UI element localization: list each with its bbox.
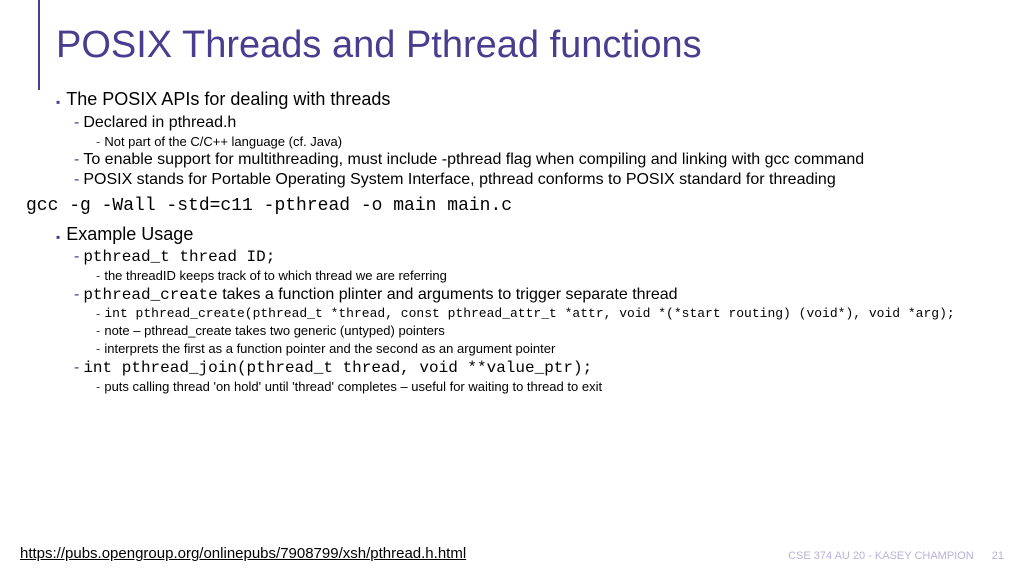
footer: https://pubs.opengroup.org/onlinepubs/79… [20, 545, 1004, 562]
bullet-posix-apis: ▪ The POSIX APIs for dealing with thread… [56, 89, 994, 111]
dash-icon: - [96, 305, 100, 323]
bullet-marker-icon: ▪ [56, 95, 60, 109]
course-label: CSE 374 AU 20 - KASEY CHAMPION [788, 550, 974, 562]
dash-icon: - [96, 378, 100, 396]
bullet-text: To enable support for multithreading, mu… [83, 150, 864, 170]
bullet-pthread-t: - pthread_t thread ID; [74, 247, 994, 267]
bullet-text: POSIX stands for Portable Operating Syst… [83, 170, 835, 190]
dash-icon: - [96, 322, 100, 340]
slide-title: POSIX Threads and Pthread functions [56, 24, 994, 67]
code-span: pthread_create [83, 286, 217, 304]
bullet-pthread-create: - pthread_create takes a function plinte… [74, 285, 994, 305]
bullet-text: Declared in pthread.h [83, 113, 236, 133]
bullet-create-sig: - int pthread_create(pthread_t *thread, … [96, 305, 994, 323]
bullet-text: puts calling thread 'on hold' until 'thr… [104, 378, 602, 396]
bullet-marker-icon: ▪ [56, 230, 60, 244]
bullet-enable-support: - To enable support for multithreading, … [74, 150, 994, 170]
dash-icon: - [96, 133, 100, 151]
text-span: takes a function plinter and arguments t… [218, 286, 678, 303]
bullet-text: int pthread_join(pthread_t thread, void … [83, 358, 592, 378]
bullet-text: pthread_create takes a function plinter … [83, 285, 677, 305]
slide-body: POSIX Threads and Pthread functions ▪ Th… [0, 0, 1024, 395]
bullet-note: - note – pthread_create takes two generi… [96, 322, 994, 340]
dash-icon: - [74, 285, 79, 305]
bullet-puts-hold: - puts calling thread 'on hold' until 't… [96, 378, 994, 396]
bullet-example-usage: ▪ Example Usage [56, 224, 994, 246]
bullet-declared: - Declared in pthread.h [74, 113, 994, 133]
dash-icon: - [74, 113, 79, 133]
dash-icon: - [74, 247, 79, 267]
footer-link[interactable]: https://pubs.opengroup.org/onlinepubs/79… [20, 545, 466, 562]
gcc-command: gcc -g -Wall -std=c11 -pthread -o main m… [26, 196, 994, 218]
bullet-not-part: - Not part of the C/C++ language (cf. Ja… [96, 133, 994, 151]
bullet-text: Example Usage [66, 224, 193, 246]
page-number: 21 [992, 550, 1004, 562]
bullet-pthread-join: - int pthread_join(pthread_t thread, voi… [74, 358, 994, 378]
content-area: ▪ The POSIX APIs for dealing with thread… [56, 89, 994, 395]
bullet-text: interprets the first as a function point… [104, 340, 555, 358]
dash-icon: - [74, 170, 79, 190]
bullet-text: pthread_t thread ID; [83, 247, 275, 267]
footer-right: CSE 374 AU 20 - KASEY CHAMPION 21 [788, 550, 1004, 562]
dash-icon: - [96, 340, 100, 358]
bullet-text: note – pthread_create takes two generic … [104, 322, 444, 340]
dash-icon: - [74, 150, 79, 170]
bullet-text: The POSIX APIs for dealing with threads [66, 89, 390, 111]
bullet-posix-stands: - POSIX stands for Portable Operating Sy… [74, 170, 994, 190]
bullet-text: Not part of the C/C++ language (cf. Java… [104, 133, 342, 151]
dash-icon: - [74, 358, 79, 378]
bullet-text: int pthread_create(pthread_t *thread, co… [104, 305, 954, 323]
bullet-interprets: - interprets the first as a function poi… [96, 340, 994, 358]
accent-bar [38, 0, 40, 90]
dash-icon: - [96, 267, 100, 285]
bullet-text: the threadID keeps track of to which thr… [104, 267, 447, 285]
bullet-threadid: - the threadID keeps track of to which t… [96, 267, 994, 285]
